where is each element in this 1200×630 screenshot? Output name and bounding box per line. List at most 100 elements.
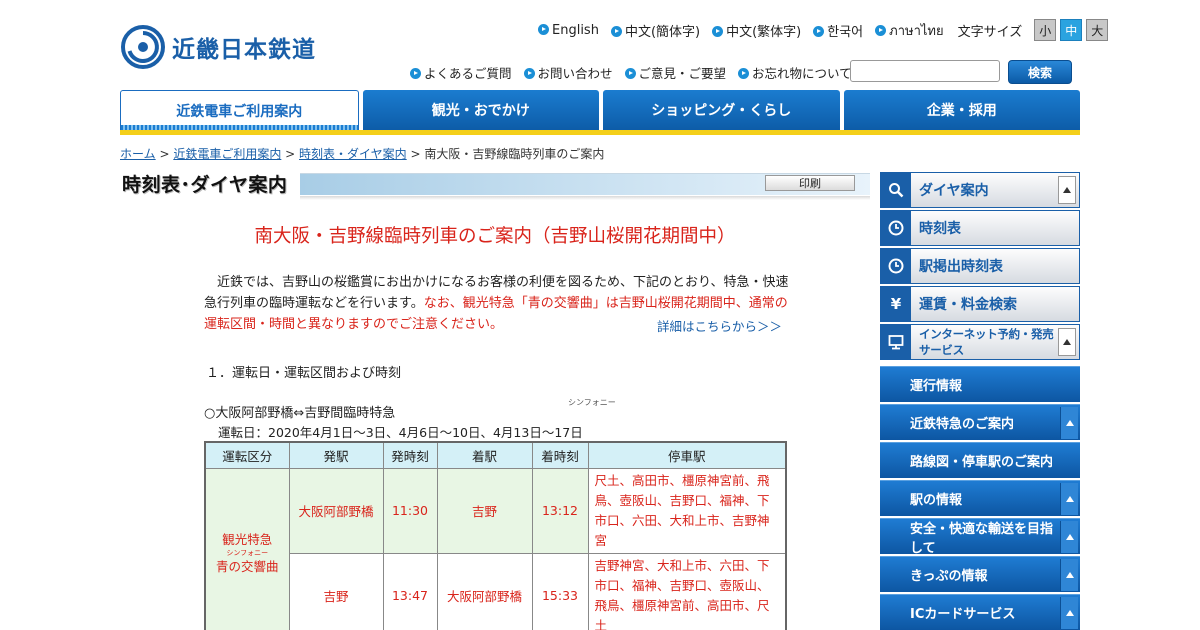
sidebar-item-station-timetable[interactable]: 駅掲出時刻表 <box>880 248 1080 284</box>
arrow-bullet-icon <box>875 24 887 36</box>
sidebar-item-label: インターネット予約・発売サービス <box>919 327 1054 357</box>
global-nav: 近鉄電車ご利用案内 観光・おでかけ ショッピング・くらし 企業・採用 <box>120 90 1080 131</box>
breadcrumb: ホーム > 近鉄電車ご利用案内 > 時刻表・ダイヤ案内 > 南大阪・吉野線臨時列… <box>120 145 604 162</box>
sidebar-item-label: 安全・快適な輸送を目指して <box>910 521 1054 556</box>
sidebar-item-station-info[interactable]: 駅の情報 <box>880 480 1080 516</box>
sidebar-item-timetable-guide[interactable]: ダイヤ案内 <box>880 172 1080 208</box>
clock-icon <box>881 211 911 245</box>
feedback-link[interactable]: ご意見・ご要望 <box>624 63 726 82</box>
table-header-row: 運転区分 発駅 発時刻 着駅 着時刻 停車駅 <box>204 441 787 469</box>
table-row: 吉野 13:47 大阪阿部野橋 15:33 吉野神宮、大和上市、六田、下市口、福… <box>205 552 787 630</box>
departure-station-cell: 吉野 <box>288 552 384 630</box>
monitor-icon <box>881 325 911 359</box>
arrow-bullet-icon <box>712 25 724 37</box>
sidebar-item-label: 運賃・料金検索 <box>919 297 1017 313</box>
arrow-bullet-icon <box>523 67 535 79</box>
arrow-bullet-icon <box>410 67 421 79</box>
breadcrumb-separator: > <box>155 147 174 161</box>
arrow-bullet-icon <box>610 25 622 37</box>
breadcrumb-separator: > <box>281 147 300 161</box>
expand-arrow-icon[interactable] <box>1058 176 1076 204</box>
clock-icon <box>881 249 911 283</box>
arrow-bullet-icon <box>538 23 549 35</box>
operation-dates: 運転日：2020年4月1日～3日、4月6日～10日、4月13日～17日 <box>218 425 583 440</box>
search-input[interactable] <box>850 60 1000 82</box>
language-switcher: English 中文(簡体字) 中文(繁体字) 한국어 ภาษาไทย 文字サイ… <box>538 19 1112 41</box>
nav-tab-shopping[interactable]: ショッピング・くらし <box>603 90 840 130</box>
sidebar-item-service-status[interactable]: 運行情報 <box>880 366 1080 402</box>
sidebar-item-label: 路線図・停車駅のご案内 <box>910 455 1054 470</box>
kintetsu-logo-icon <box>121 25 165 69</box>
departure-time-cell: 13:47 <box>382 552 438 630</box>
lost-items-link[interactable]: お忘れ物について <box>738 63 852 82</box>
expand-arrow-icon[interactable] <box>1060 482 1078 515</box>
column-header: 停車駅 <box>587 441 787 469</box>
expand-arrow-icon[interactable] <box>1060 596 1078 629</box>
column-header: 発駅 <box>288 441 384 469</box>
lang-english-link[interactable]: English <box>538 23 599 38</box>
font-size-small-button[interactable]: 小 <box>1034 19 1057 41</box>
column-header: 着駅 <box>436 441 533 469</box>
faq-link[interactable]: よくあるご質問 <box>410 63 512 82</box>
arrival-station-cell: 吉野 <box>436 467 533 554</box>
nav-tab-sightseeing[interactable]: 観光・おでかけ <box>362 90 599 130</box>
arrow-bullet-icon <box>624 67 636 79</box>
lang-chinese-traditional-link[interactable]: 中文(繁体字) <box>712 21 801 40</box>
sidebar-item-tickets[interactable]: きっぷの情報 <box>880 556 1080 592</box>
section-heading: １．運転日・運転区間および時刻 <box>206 366 402 381</box>
breadcrumb-home-link[interactable]: ホーム <box>120 147 156 161</box>
sidebar-item-label: 駅掲出時刻表 <box>919 259 1003 275</box>
sidebar-item-fare-search[interactable]: ¥ 運賃・料金検索 <box>880 286 1080 322</box>
logo-text: 近畿日本鉄道 <box>172 37 316 63</box>
departure-time-cell: 11:30 <box>382 467 438 554</box>
arrow-bullet-icon <box>813 25 825 37</box>
details-link[interactable]: 詳細はこちらから＞＞ <box>657 316 782 335</box>
contact-link[interactable]: お問い合わせ <box>523 63 613 82</box>
table-row: 観光特急 シンフォニー 青の交響曲 大阪阿部野橋 11:30 吉野 13:12 … <box>204 467 787 630</box>
sidebar-item-label: 近鉄特急のご案内 <box>910 417 1015 432</box>
search-button[interactable]: 検索 <box>1008 60 1072 84</box>
breadcrumb-train-guide-link[interactable]: 近鉄電車ご利用案内 <box>173 147 281 161</box>
expand-arrow-icon[interactable] <box>1060 520 1078 553</box>
arrival-time-cell: 13:12 <box>531 467 589 554</box>
yen-icon: ¥ <box>881 287 911 321</box>
expand-arrow-icon[interactable] <box>1060 406 1078 439</box>
nav-underline <box>120 130 1080 135</box>
arrow-bullet-icon <box>738 67 750 79</box>
nav-tab-train-guide[interactable]: 近鉄電車ご利用案内 <box>120 90 359 131</box>
arrival-time-cell: 15:33 <box>531 552 589 630</box>
lang-chinese-simplified-link[interactable]: 中文(簡体字) <box>610 21 700 40</box>
sidebar-item-safety[interactable]: 安全・快適な輸送を目指して <box>880 518 1080 556</box>
arrival-station-cell: 大阪阿部野橋 <box>436 552 533 630</box>
sidebar-item-label: 運行情報 <box>910 379 963 394</box>
sidebar-item-label: きっぷの情報 <box>910 569 988 584</box>
nav-tab-corporate[interactable]: 企業・採用 <box>843 90 1080 130</box>
sidebar-item-label: 駅の情報 <box>910 493 963 508</box>
font-size-large-button[interactable]: 大 <box>1086 19 1109 41</box>
departure-station-cell: 大阪阿部野橋 <box>288 467 384 554</box>
lang-thai-link[interactable]: ภาษาไทย <box>875 20 944 41</box>
lang-korean-link[interactable]: 한국어 <box>813 21 863 40</box>
sidebar-item-online-booking[interactable]: インターネット予約・発売サービス <box>880 324 1080 360</box>
font-size-medium-button[interactable]: 中 <box>1060 19 1083 41</box>
site-logo[interactable]: 近畿日本鉄道 <box>120 24 320 70</box>
ruby-symphony: シンフォニー <box>568 398 616 407</box>
page-title: 時刻表･ダイヤ案内 <box>122 174 288 196</box>
sidebar-item-ic-card[interactable]: ICカードサービス <box>880 594 1080 630</box>
column-header: 運転区分 <box>204 441 290 469</box>
sidebar-item-limited-express[interactable]: 近鉄特急のご案内 <box>880 404 1080 440</box>
sidebar-item-label: ダイヤ案内 <box>919 183 989 199</box>
stops-cell: 尺土、高田市、橿原神宮前、飛鳥、壺阪山、吉野口、福神、下市口、六田、大和上市、吉… <box>587 467 787 554</box>
print-button[interactable]: 印刷 <box>765 175 855 191</box>
expand-arrow-icon[interactable] <box>1060 558 1078 591</box>
breadcrumb-timetable-link[interactable]: 時刻表・ダイヤ案内 <box>299 147 407 161</box>
expand-arrow-icon[interactable] <box>1058 328 1076 356</box>
service-type-cell: 観光特急 シンフォニー 青の交響曲 <box>204 467 290 630</box>
sidebar-item-timetable[interactable]: 時刻表 <box>880 210 1080 246</box>
utility-links: よくあるご質問 お問い合わせ ご意見・ご要望 お忘れ物について <box>410 63 864 81</box>
font-size-label: 文字サイズ <box>957 24 1023 40</box>
stops-cell: 吉野神宮、大和上市、六田、下市口、福神、吉野口、壺阪山、飛鳥、橿原神宮前、高田市… <box>587 552 787 630</box>
sidebar-item-route-map[interactable]: 路線図・停車駅のご案内 <box>880 442 1080 478</box>
ruby-symphony: シンフォニー <box>226 549 269 557</box>
timetable: 運転区分 発駅 発時刻 着駅 着時刻 停車駅 観光特急 シンフォニー 青の交響曲… <box>204 441 787 630</box>
